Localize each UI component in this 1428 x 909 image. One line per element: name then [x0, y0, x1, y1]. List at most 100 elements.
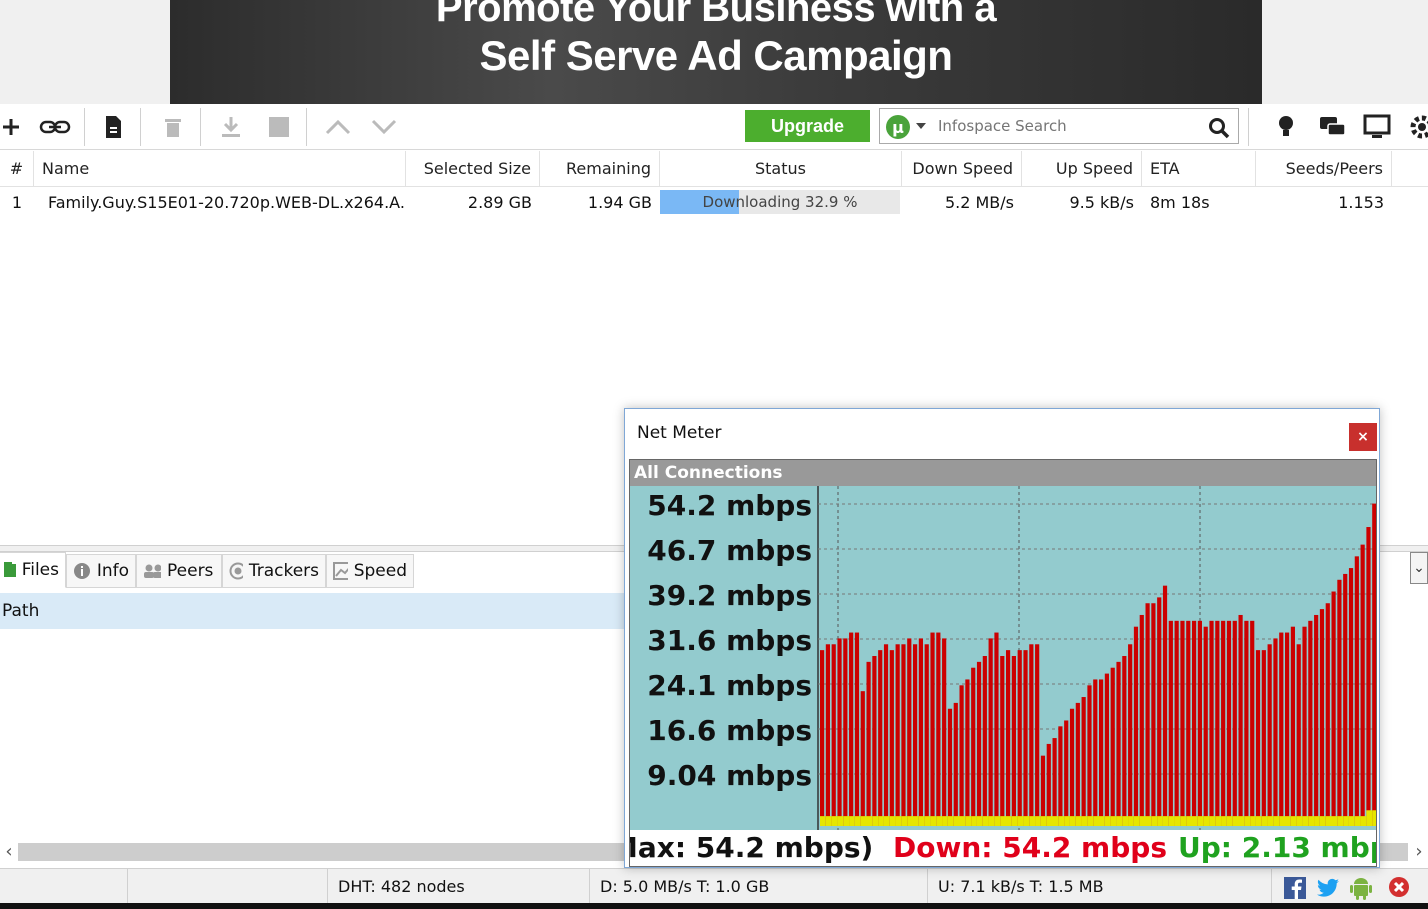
- bulb-icon[interactable]: [1274, 112, 1298, 142]
- net-meter-window[interactable]: Net Meter × All Connections 54.2 mbps 46.…: [624, 408, 1380, 868]
- down-bar: [1296, 644, 1301, 826]
- col-up-speed[interactable]: Up Speed: [1022, 151, 1142, 187]
- monitor-icon[interactable]: [1362, 112, 1392, 142]
- utorrent-logo-icon[interactable]: µ: [886, 115, 910, 139]
- up-bar: [1319, 816, 1326, 826]
- stop-icon[interactable]: [266, 112, 292, 142]
- col-remaining[interactable]: Remaining: [540, 151, 660, 187]
- up-bar: [1296, 816, 1303, 826]
- down-bar: [1040, 755, 1046, 826]
- up-bar: [1221, 816, 1227, 826]
- tab-label: Files: [21, 560, 59, 580]
- down-bar: [1075, 702, 1080, 826]
- up-bar: [936, 816, 943, 826]
- chevron-down-icon[interactable]: ⌄: [1410, 552, 1428, 584]
- up-bar: [1325, 816, 1332, 826]
- down-bar: [936, 632, 941, 826]
- scroll-left-icon[interactable]: ‹: [0, 840, 18, 864]
- down-readout: Down: 54.2 mbps: [893, 831, 1167, 864]
- status-download: D: 5.0 MB/s T: 1.0 GB: [590, 869, 928, 905]
- down-bar: [1221, 620, 1226, 826]
- up-bar: [1122, 816, 1129, 826]
- down-bar: [1314, 614, 1319, 826]
- upgrade-button[interactable]: Upgrade: [745, 110, 870, 142]
- torrent-down-speed: 5.2 MB/s: [944, 193, 1014, 212]
- down-bar: [1168, 620, 1173, 826]
- down-bar: [1052, 738, 1057, 826]
- up-bar: [1348, 816, 1355, 826]
- y-tick-label: 9.04 mbps: [647, 759, 812, 792]
- down-bar: [820, 650, 825, 826]
- tab-info[interactable]: Info: [66, 554, 136, 588]
- down-bar: [1081, 697, 1086, 826]
- col-num[interactable]: #: [0, 151, 34, 187]
- chevron-down-icon[interactable]: [916, 123, 926, 129]
- ad-line-2: Self Serve Ad Campaign: [479, 32, 953, 79]
- trash-icon[interactable]: [160, 112, 186, 142]
- up-bar: [860, 816, 867, 826]
- tab-files[interactable]: Files: [0, 552, 66, 588]
- col-seeds-peers[interactable]: Seeds/Peers: [1256, 151, 1392, 187]
- up-bar: [930, 816, 937, 826]
- up-bar: [1285, 816, 1291, 826]
- y-tick-label: 31.6 mbps: [647, 624, 812, 657]
- up-bar: [1215, 816, 1222, 826]
- down-bar: [837, 638, 842, 826]
- col-eta[interactable]: ETA: [1142, 151, 1256, 187]
- gear-icon[interactable]: [1408, 112, 1428, 142]
- down-bar: [1046, 743, 1051, 826]
- up-bar: [1331, 816, 1338, 826]
- link-icon[interactable]: [38, 112, 72, 142]
- close-button[interactable]: ×: [1349, 423, 1377, 451]
- torrent-status: Downloading 32.9 %: [702, 193, 858, 211]
- down-bar: [907, 638, 912, 826]
- trackers-icon: [229, 562, 243, 580]
- add-icon[interactable]: [0, 112, 22, 142]
- chat-icon[interactable]: [1318, 112, 1348, 142]
- tab-peers[interactable]: Peers: [136, 554, 222, 588]
- ad-banner[interactable]: Promote Your Business with a Self Serve …: [170, 0, 1262, 104]
- col-selected-size[interactable]: Selected Size: [406, 151, 540, 187]
- down-bar: [994, 632, 999, 826]
- down-bar: [913, 644, 918, 826]
- down-bar: [1006, 650, 1011, 826]
- down-bar: [1104, 673, 1109, 826]
- up-bar: [1366, 810, 1373, 826]
- down-bar: [1058, 726, 1063, 826]
- down-bar: [1308, 620, 1313, 826]
- up-bar: [959, 816, 966, 826]
- torrent-progress-bar: Downloading 32.9 %: [660, 190, 900, 214]
- up-bar: [883, 816, 890, 826]
- search-input[interactable]: [938, 114, 1198, 138]
- android-icon[interactable]: [1350, 876, 1372, 900]
- up-icon[interactable]: [324, 112, 352, 142]
- search-icon[interactable]: [1208, 117, 1230, 139]
- up-bar: [1308, 816, 1315, 826]
- down-icon[interactable]: [370, 112, 398, 142]
- max-readout: Max: 54.2 mbps): [630, 831, 874, 864]
- up-bar: [872, 816, 879, 826]
- col-down-speed[interactable]: Down Speed: [902, 151, 1022, 187]
- twitter-icon[interactable]: [1316, 877, 1340, 899]
- col-status[interactable]: Status: [660, 151, 902, 187]
- tab-speed[interactable]: Speed: [326, 554, 414, 588]
- close-circle-icon[interactable]: [1388, 876, 1410, 898]
- scroll-right-icon[interactable]: ›: [1410, 840, 1428, 864]
- file-icon[interactable]: [100, 112, 126, 142]
- status-empty-cell: [128, 869, 328, 905]
- search-box[interactable]: µ: [879, 108, 1239, 144]
- up-bar: [820, 816, 826, 826]
- y-tick-label: 46.7 mbps: [647, 534, 812, 567]
- down-bar: [1122, 656, 1127, 826]
- col-name[interactable]: Name: [34, 151, 406, 187]
- tab-trackers[interactable]: Trackers: [222, 554, 326, 588]
- down-bar: [825, 644, 830, 826]
- up-bar: [1087, 816, 1094, 826]
- down-bar: [831, 644, 836, 826]
- facebook-icon[interactable]: [1284, 877, 1306, 899]
- files-path-header[interactable]: Path: [0, 593, 624, 629]
- down-bar: [843, 638, 848, 826]
- up-bar: [1104, 816, 1111, 826]
- download-icon[interactable]: [218, 112, 244, 142]
- up-bar: [1197, 816, 1204, 826]
